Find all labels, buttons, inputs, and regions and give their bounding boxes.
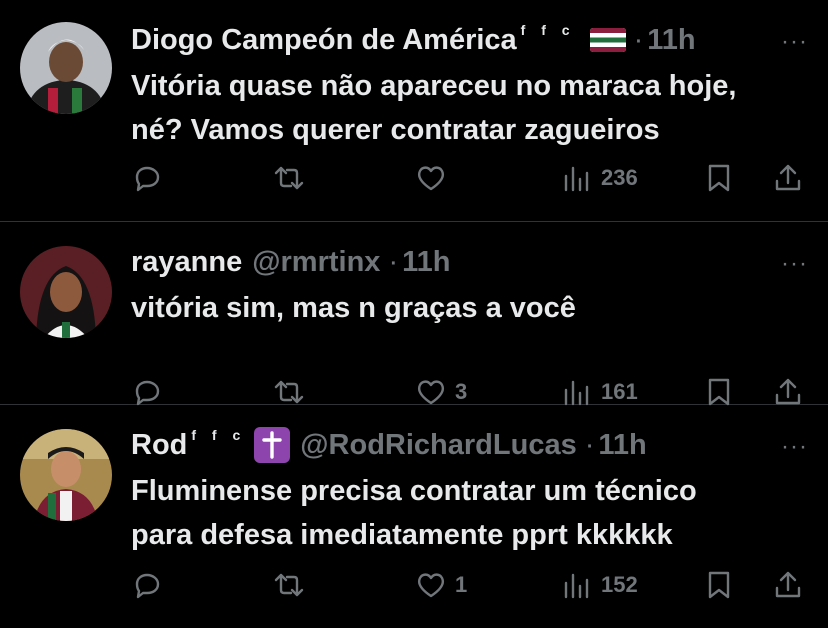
share-icon: [775, 571, 801, 598]
share-icon: [775, 164, 801, 191]
tweet-text-line: Vitória quase não apareceu no maraca hoj…: [131, 70, 737, 102]
bookmark-icon: [708, 164, 730, 192]
display-name[interactable]: Diogo Campeón de América: [131, 24, 517, 57]
club-badge: f f c: [520, 22, 576, 38]
tweet-text-line: Fluminense precisa contratar um técnico: [131, 475, 697, 507]
view-count: 152: [601, 572, 638, 597]
like-count: 1: [455, 572, 468, 597]
timestamp[interactable]: 11h: [402, 246, 450, 279]
tweet-text: vitória sim, mas n graças a você: [131, 286, 808, 330]
view-count: 161: [601, 379, 638, 404]
tweet[interactable]: Diogo Campeón de América f f c · 11h ···…: [0, 0, 828, 222]
reply-icon: [135, 166, 160, 192]
latin-cross-icon: [254, 427, 291, 463]
bookmark-icon: [708, 571, 730, 599]
tweet-text-line: para defesa imediatamente pprt kkkkkk: [131, 519, 673, 551]
timestamp[interactable]: 11h: [647, 24, 695, 57]
views-icon: [564, 166, 589, 192]
avatar[interactable]: [20, 22, 112, 114]
user-handle[interactable]: @RodRichardLucas: [300, 429, 576, 462]
tweet-text-line: vitória sim, mas n graças a você: [131, 292, 576, 324]
club-badge: f f c: [191, 427, 247, 443]
more-options-icon[interactable]: ···: [781, 433, 808, 461]
tweet-text: Fluminense precisa contratar um técnico …: [131, 469, 808, 557]
bookmark-button[interactable]: [703, 565, 735, 605]
like-icon: [417, 166, 445, 191]
views-button[interactable]: 236: [561, 158, 638, 198]
reply-icon: [135, 573, 160, 599]
view-count: 236: [601, 165, 638, 190]
tweet-text-line: né? Vamos querer contratar zagueiros: [131, 114, 660, 146]
views-icon: [564, 573, 589, 599]
avatar[interactable]: [20, 429, 112, 521]
tweet[interactable]: rayanne @rmrtinx · 11h ··· vitória sim, …: [0, 222, 828, 406]
display-name[interactable]: Rod: [131, 429, 187, 462]
flag-icon: [589, 28, 626, 52]
timestamp[interactable]: 11h: [598, 429, 646, 462]
reply-icon: [135, 380, 160, 406]
retweet-button[interactable]: [273, 565, 305, 605]
retweet-icon: [274, 573, 304, 597]
separator-dot: ·: [388, 245, 399, 278]
like-icon: [417, 573, 445, 598]
retweet-icon: [274, 380, 304, 404]
reply-button[interactable]: [131, 565, 163, 605]
like-button[interactable]: 1: [415, 565, 467, 605]
share-icon: [775, 378, 801, 405]
like-button[interactable]: [415, 158, 455, 198]
like-count: 3: [455, 379, 468, 404]
share-button[interactable]: [772, 158, 804, 198]
action-bar: 236: [131, 158, 808, 198]
action-bar: 1 152: [131, 565, 808, 605]
retweet-icon: [274, 166, 304, 190]
views-button[interactable]: 152: [561, 565, 638, 605]
separator-dot: ·: [584, 428, 595, 461]
display-name[interactable]: rayanne: [131, 246, 242, 279]
reply-button[interactable]: [131, 158, 163, 198]
views-icon: [564, 380, 589, 406]
bookmark-icon: [708, 378, 730, 406]
share-button[interactable]: [772, 565, 804, 605]
avatar[interactable]: [20, 246, 112, 338]
more-options-icon[interactable]: ···: [781, 250, 808, 278]
retweet-button[interactable]: [273, 158, 305, 198]
more-options-icon[interactable]: ···: [781, 28, 808, 56]
tweet-text: Vitória quase não apareceu no maraca hoj…: [131, 64, 808, 152]
user-handle[interactable]: @rmrtinx: [252, 246, 380, 279]
like-icon: [417, 380, 445, 405]
bookmark-button[interactable]: [703, 158, 735, 198]
tweet[interactable]: Rod f f c @RodRichardLucas · 11h ··· Flu…: [0, 405, 828, 628]
separator-dot: ·: [633, 23, 644, 56]
